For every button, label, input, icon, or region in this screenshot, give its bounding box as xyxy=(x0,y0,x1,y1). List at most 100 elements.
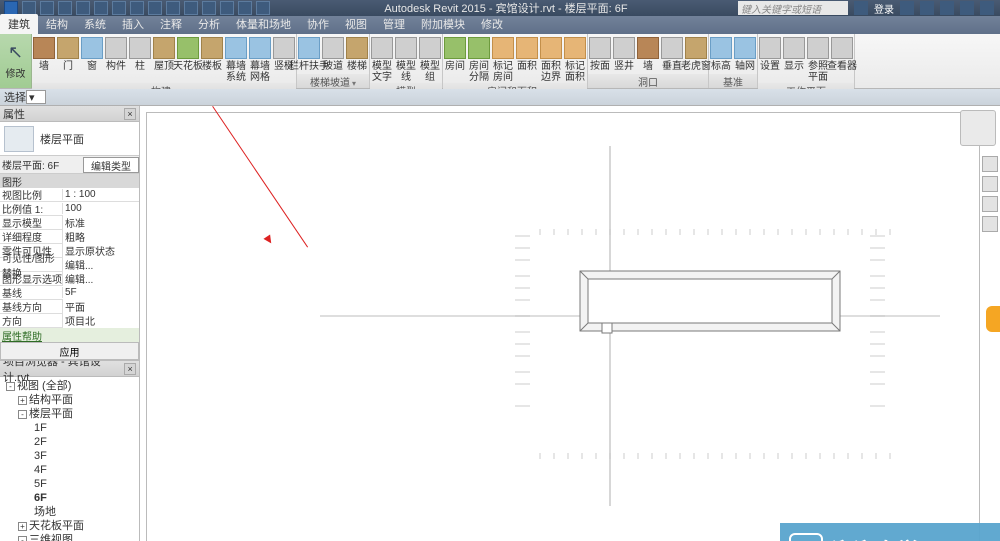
tree-node[interactable]: 2F xyxy=(2,435,137,449)
type-selector[interactable]: 楼层平面 xyxy=(0,122,139,156)
help-search-input[interactable]: 键入关键字或短语 xyxy=(738,1,848,15)
qat-switch-icon[interactable] xyxy=(238,1,252,15)
ribbon-btn[interactable]: 面积边界 xyxy=(539,37,563,83)
ribbon-btn[interactable]: 幕墙系统 xyxy=(224,37,248,83)
tree-node[interactable]: 5F xyxy=(2,477,137,491)
ribbon-btn[interactable]: 楼板 xyxy=(200,37,224,72)
tree-node[interactable]: 3F xyxy=(2,449,137,463)
ribbon-btn[interactable]: 房间分隔 xyxy=(467,37,491,83)
tree-node[interactable]: -三维视图 xyxy=(2,533,137,541)
prop-row[interactable]: 方向项目北 xyxy=(0,314,139,328)
ribbon-btn[interactable]: 柱 xyxy=(128,37,152,72)
wheel-icon[interactable] xyxy=(982,176,998,192)
tree-toggle-icon[interactable]: - xyxy=(18,410,27,419)
qat-close-icon[interactable] xyxy=(256,1,270,15)
apply-button[interactable]: 应用 xyxy=(0,342,139,360)
qat-sheet-icon[interactable] xyxy=(202,1,216,15)
tab-architecture[interactable]: 建筑 xyxy=(0,14,38,34)
tab-massing[interactable]: 体量和场地 xyxy=(228,14,299,34)
tab-insert[interactable]: 插入 xyxy=(114,14,152,34)
infocenter-icon[interactable] xyxy=(854,1,868,15)
ribbon-btn[interactable]: 模型线 xyxy=(394,37,418,83)
side-tab[interactable] xyxy=(986,306,1000,332)
ribbon-btn[interactable]: 构件 xyxy=(104,37,128,72)
exchange-icon[interactable] xyxy=(900,1,914,15)
tab-collaborate[interactable]: 协作 xyxy=(299,14,337,34)
ribbon-btn[interactable]: 标记房间 xyxy=(491,37,515,83)
ribbon-btn[interactable]: 幕墙网格 xyxy=(248,37,272,83)
ribbon-btn[interactable]: 轴网 xyxy=(733,37,757,72)
ribbon-btn[interactable]: 查看器 xyxy=(830,37,854,72)
tree-node[interactable]: +结构平面 xyxy=(2,393,137,407)
tab-structure[interactable]: 结构 xyxy=(38,14,76,34)
qat-print-icon[interactable] xyxy=(94,1,108,15)
tree-toggle-icon[interactable]: - xyxy=(6,382,15,391)
qat-undo-icon[interactable] xyxy=(58,1,72,15)
properties-close-icon[interactable]: × xyxy=(124,108,136,120)
min-icon[interactable] xyxy=(940,1,954,15)
ribbon-btn[interactable]: 天花板 xyxy=(176,37,200,72)
tab-analyze[interactable]: 分析 xyxy=(190,14,228,34)
tree-node[interactable]: -楼层平面 xyxy=(2,407,137,421)
tab-addins[interactable]: 附加模块 xyxy=(413,14,473,34)
qat-3d-icon[interactable] xyxy=(166,1,180,15)
tree-node[interactable]: 场地 xyxy=(2,505,137,519)
view-cube[interactable] xyxy=(960,110,996,146)
ribbon-btn[interactable]: 面积 xyxy=(515,37,539,72)
prop-row[interactable]: 可见性/图形替换编辑... xyxy=(0,258,139,272)
qat-dim-icon[interactable] xyxy=(130,1,144,15)
options-select[interactable]: ▾ xyxy=(26,90,46,104)
ribbon-btn[interactable]: 栏杆扶手 xyxy=(297,37,321,72)
home-icon[interactable] xyxy=(982,156,998,172)
qat-open-icon[interactable] xyxy=(22,1,36,15)
ribbon-btn[interactable]: 按面 xyxy=(588,37,612,72)
tree-toggle-icon[interactable]: + xyxy=(18,522,27,531)
ribbon-btn[interactable]: 老虎窗 xyxy=(684,37,708,72)
prop-row[interactable]: 基线方向平面 xyxy=(0,300,139,314)
tree-node[interactable]: 4F xyxy=(2,463,137,477)
tree-node[interactable]: 1F xyxy=(2,421,137,435)
max-icon[interactable] xyxy=(960,1,974,15)
help-icon[interactable] xyxy=(920,1,934,15)
ribbon-btn[interactable]: 墙 xyxy=(636,37,660,72)
ribbon-btn[interactable]: 楼梯 xyxy=(345,37,369,72)
tree-toggle-icon[interactable]: - xyxy=(18,536,27,541)
property-help-link[interactable]: 属性帮助 xyxy=(0,328,139,342)
qat-section-icon[interactable] xyxy=(184,1,198,15)
prop-row[interactable]: 比例值 1:100 xyxy=(0,202,139,216)
ribbon-btn[interactable]: 标记面积 xyxy=(563,37,587,83)
qat-text-icon[interactable] xyxy=(148,1,162,15)
qat-measure-icon[interactable] xyxy=(112,1,126,15)
tab-manage[interactable]: 管理 xyxy=(375,14,413,34)
pan-icon[interactable] xyxy=(982,196,998,212)
ribbon-btn[interactable]: 模型组 xyxy=(418,37,442,83)
qat-save-icon[interactable] xyxy=(40,1,54,15)
prop-row[interactable]: 图形显示选项编辑... xyxy=(0,272,139,286)
tab-view[interactable]: 视图 xyxy=(337,14,375,34)
prop-row[interactable]: 基线5F xyxy=(0,286,139,300)
app-menu-icon[interactable] xyxy=(4,1,18,15)
drawing-canvas[interactable]: 1 : 100 溜溜自学 zixue.3d66.com xyxy=(140,106,1000,541)
prop-row[interactable]: 详细程度粗略 xyxy=(0,230,139,244)
tree-toggle-icon[interactable]: + xyxy=(18,396,27,405)
signin-label[interactable]: 登录 xyxy=(874,1,894,16)
ribbon-btn[interactable]: 竖井 xyxy=(612,37,636,72)
tree-node[interactable]: +天花板平面 xyxy=(2,519,137,533)
ribbon-btn[interactable]: 窗 xyxy=(80,37,104,72)
browser-close-icon[interactable]: × xyxy=(124,363,136,375)
qat-sync-icon[interactable] xyxy=(220,1,234,15)
modify-panel[interactable]: ↖ 修改 xyxy=(0,34,32,88)
ribbon-btn[interactable]: 模型文字 xyxy=(370,37,394,83)
tab-modify[interactable]: 修改 xyxy=(473,14,511,34)
ribbon-btn[interactable]: 墙 xyxy=(32,37,56,72)
ribbon-btn[interactable]: 门 xyxy=(56,37,80,72)
prop-row[interactable]: 显示模型标准 xyxy=(0,216,139,230)
ribbon-btn[interactable]: 参照平面 xyxy=(806,37,830,83)
ribbon-btn[interactable]: 设置 xyxy=(758,37,782,72)
tree-node[interactable]: 6F xyxy=(2,491,137,505)
tab-systems[interactable]: 系统 xyxy=(76,14,114,34)
prop-row[interactable]: 视图比例1 : 100 xyxy=(0,188,139,202)
ribbon-btn[interactable]: 坡道 xyxy=(321,37,345,72)
tab-annotate[interactable]: 注释 xyxy=(152,14,190,34)
zoom-icon[interactable] xyxy=(982,216,998,232)
